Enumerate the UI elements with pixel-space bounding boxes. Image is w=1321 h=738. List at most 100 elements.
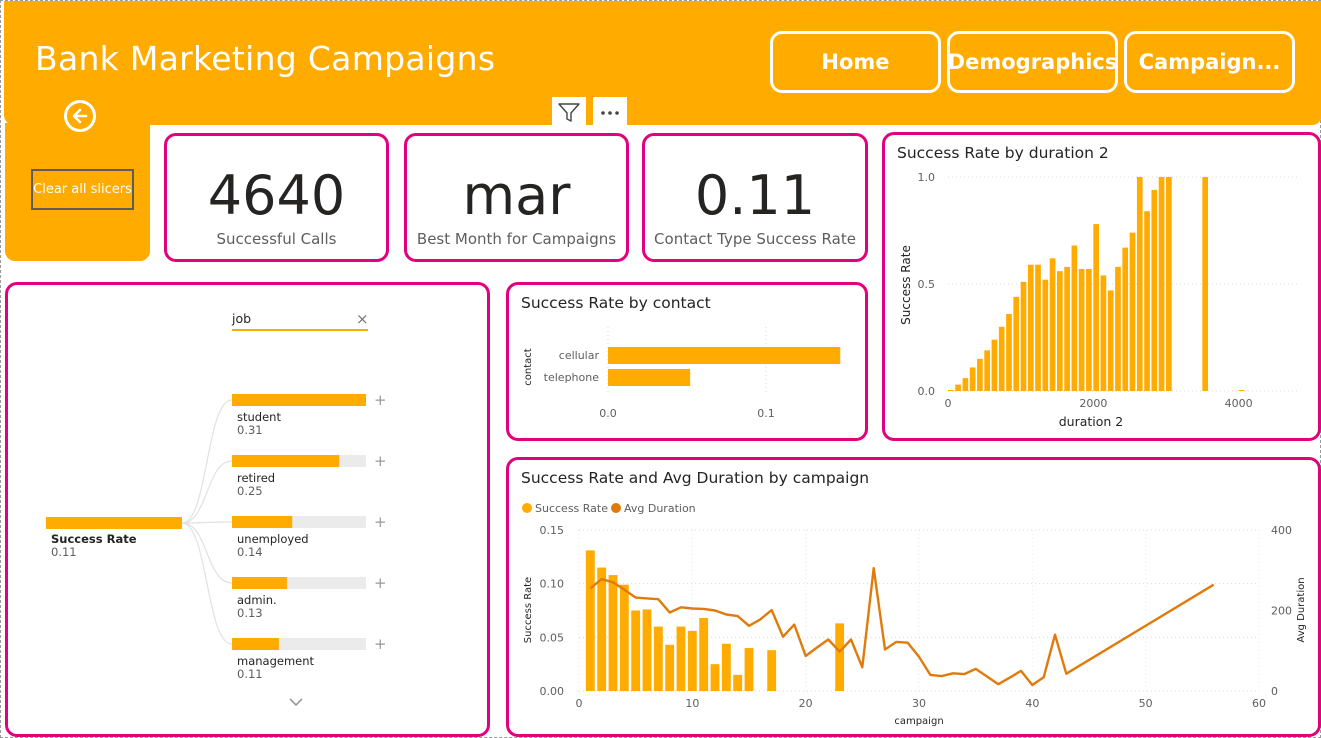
x-tick-label: 60 (1252, 697, 1266, 710)
bar (1035, 264, 1041, 391)
tree-root-label: Success Rate (51, 532, 137, 546)
tree-node-label: management (237, 654, 315, 668)
bar (721, 643, 731, 691)
tree-node-value: 0.13 (237, 606, 263, 620)
bar (619, 584, 629, 691)
bar (1027, 264, 1034, 391)
contact-chart: 0.0 0.1 cellular telephone contact (523, 327, 841, 420)
tree-bar (232, 577, 287, 589)
bar (1013, 296, 1020, 391)
x-tick-label: 0 (945, 397, 952, 410)
legend-marker (611, 503, 621, 513)
bar (642, 609, 652, 691)
bar (1071, 245, 1078, 391)
filter-icon[interactable] (552, 97, 586, 129)
y-tick-label: 0.5 (918, 278, 936, 291)
close-icon: × (356, 310, 369, 328)
expand-icon: + (374, 391, 387, 409)
tree-node-value: 0.25 (237, 484, 263, 498)
bar (1049, 258, 1056, 391)
chart-card-duration: Success Rate by duration 2 0.0 0.5 1.0 0 200… (882, 132, 1321, 441)
bar (1122, 247, 1129, 391)
page-title: Bank Marketing Campaigns (35, 39, 496, 78)
bar (1151, 189, 1158, 391)
tree-bar (232, 455, 340, 467)
tree-connector (181, 399, 233, 524)
chevron-down-icon (289, 698, 303, 707)
more-options-icon[interactable] (593, 97, 627, 129)
x-tick-label: 40 (1025, 697, 1039, 710)
bar (1093, 224, 1100, 391)
bar (998, 326, 1005, 391)
bar (653, 626, 663, 691)
bar (948, 390, 954, 391)
bar (991, 339, 998, 391)
x-tick-label: 10 (685, 697, 699, 710)
bar (699, 618, 709, 691)
kpi-label: Contact Type Success Rate (654, 230, 856, 248)
tree-connector (181, 522, 233, 645)
x-tick-label: 50 (1139, 697, 1153, 710)
legend-label: Success Rate (535, 502, 608, 515)
bar (835, 623, 845, 691)
expand-icon: + (374, 452, 387, 470)
kpi-label: Best Month for Campaigns (416, 230, 617, 248)
kpi-card-best-month: mar Best Month for Campaigns (404, 133, 629, 262)
bar (608, 575, 618, 691)
bar (1064, 266, 1070, 391)
bar (767, 650, 777, 691)
bar (955, 384, 961, 391)
kpi-card-contact-success: 0.11 Contact Type Success Rate (642, 133, 868, 262)
nav-demographics-label: Demographics (947, 50, 1118, 74)
bar (1166, 177, 1172, 391)
expand-icon: + (374, 635, 387, 653)
back-arrow-icon[interactable] (64, 100, 96, 132)
x-axis-label: duration 2 (1059, 414, 1124, 429)
y-axis-label: Success Rate (523, 577, 534, 643)
tree-root-bar (46, 517, 182, 529)
nav-demographics-button[interactable]: Demographics (947, 31, 1118, 93)
x-tick-label: 0.0 (599, 407, 617, 420)
filter-glyph (558, 103, 580, 122)
bar (1238, 390, 1245, 391)
bar (733, 674, 743, 691)
decomposition-tree[interactable]: job ×Success Rate0.11+student0.31+retired… (8, 285, 487, 734)
tree-connector (181, 522, 233, 584)
bar (1006, 313, 1012, 391)
kpi-value: mar (462, 164, 571, 227)
tree-connector (181, 460, 233, 524)
y2-tick-label: 200 (1271, 605, 1292, 618)
y2-axis-label: Avg Duration (1296, 577, 1307, 642)
bar (608, 347, 841, 364)
bar (597, 567, 607, 691)
nav-campaign-button[interactable]: Campaign... (1124, 31, 1295, 93)
tree-node-value: 0.11 (237, 667, 263, 681)
bar (676, 626, 686, 691)
decomposition-tree-card: job × Success Rate 0.11 + student 0.31 + retired… (5, 282, 490, 737)
nav-home-button[interactable]: Home (770, 31, 941, 93)
tree-node-label: admin. (237, 593, 277, 607)
clear-all-slicers-button[interactable]: Clear all slicers (31, 169, 134, 210)
tree-node-value: 0.31 (237, 423, 263, 437)
bar (687, 630, 697, 691)
y-axis-label: contact (523, 348, 534, 386)
category-label: cellular (559, 349, 600, 362)
x-axis-label: campaign (894, 716, 943, 727)
tree-node-label: unemployed (237, 532, 309, 546)
bar (1202, 177, 1209, 391)
x-tick-label: 2000 (1079, 397, 1107, 410)
bar (1129, 232, 1136, 391)
x-tick-label: 0 (576, 697, 583, 710)
bar (1136, 177, 1143, 391)
y-axis-label: Success Rate (899, 245, 913, 325)
bar (608, 369, 691, 386)
bar (631, 610, 641, 691)
y2-tick-label: 0 (1271, 685, 1278, 698)
expand-icon: + (374, 513, 387, 531)
y-tick-label: 0.00 (540, 685, 565, 698)
y-tick-label: 1.0 (918, 171, 936, 184)
bar (1115, 266, 1121, 391)
bar (744, 648, 754, 691)
tree-node-label: student (237, 410, 281, 424)
tree-bar (232, 638, 279, 650)
